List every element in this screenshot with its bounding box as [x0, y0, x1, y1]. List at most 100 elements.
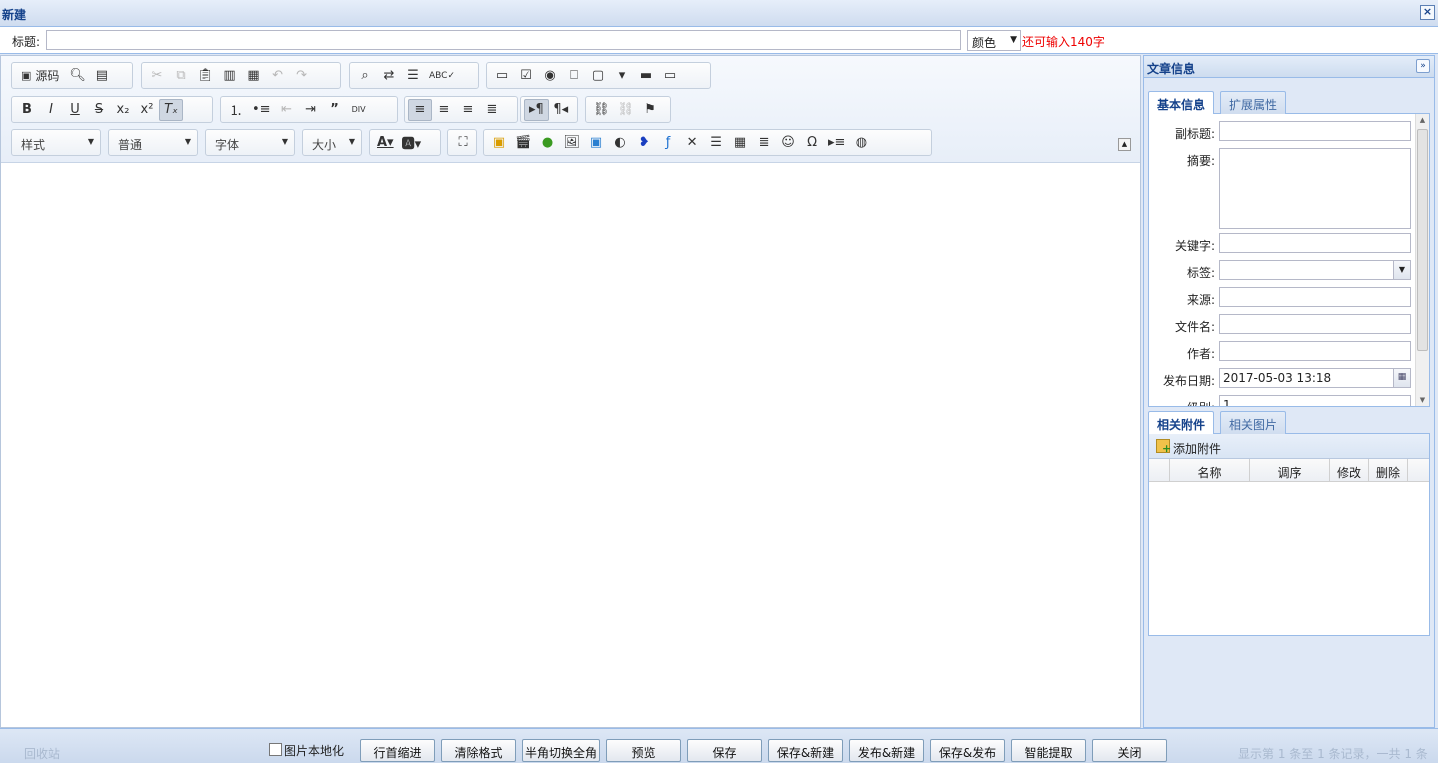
form-scrollbar[interactable]: ▲ ▼: [1415, 114, 1429, 406]
flash-player-icon[interactable]: ƒ: [656, 132, 680, 154]
textfield-icon[interactable]: ⎕: [562, 65, 586, 87]
save-and-new-button[interactable]: 保存&新建: [768, 739, 843, 762]
filename-input[interactable]: [1219, 314, 1411, 334]
iframe-icon[interactable]: ▸≡: [824, 132, 849, 154]
localize-images-checkbox[interactable]: [269, 743, 282, 756]
publish-and-new-button[interactable]: 发布&新建: [849, 739, 924, 762]
bg-color-icon[interactable]: 🅰︎▾: [398, 132, 426, 154]
unlink-icon[interactable]: ⛓: [614, 99, 639, 121]
subtitle-input[interactable]: [1219, 121, 1411, 141]
textarea-icon[interactable]: ▢: [586, 65, 610, 87]
paste-icon[interactable]: 📋︎: [193, 65, 218, 87]
grid-col-name[interactable]: 名称: [1170, 459, 1250, 481]
clear-format-button[interactable]: 清除格式: [441, 739, 516, 762]
blockquote-icon[interactable]: ”: [323, 99, 347, 121]
grid-col-delete[interactable]: 删除: [1369, 459, 1408, 481]
div-icon[interactable]: DIV: [347, 99, 371, 121]
checkbox-icon[interactable]: ☑: [514, 65, 538, 87]
collapse-panel-icon[interactable]: »: [1416, 59, 1430, 73]
tools-icon[interactable]: ✕: [680, 132, 704, 154]
save-and-publish-button[interactable]: 保存&发布: [930, 739, 1005, 762]
page-break-icon[interactable]: ≣: [752, 132, 776, 154]
strike-icon[interactable]: S: [87, 99, 111, 121]
bulleted-list-icon[interactable]: •≡: [248, 99, 275, 121]
indent-first-line-button[interactable]: 行首缩进: [360, 739, 435, 762]
redo-icon[interactable]: ↷: [290, 65, 314, 87]
scroll-down-icon[interactable]: ▼: [1416, 394, 1429, 406]
color-select[interactable]: 颜色 ▼: [967, 30, 1021, 51]
add-attachment-button[interactable]: 添加附件: [1173, 440, 1221, 457]
source-button[interactable]: ▣ 源码: [15, 65, 65, 87]
calendar-icon[interactable]: ▦: [1393, 369, 1410, 387]
select-icon[interactable]: ▾: [610, 65, 634, 87]
anchor-flag-icon[interactable]: ⚑: [638, 99, 662, 121]
cut-icon[interactable]: ✂: [145, 65, 169, 87]
indent-icon[interactable]: ⇥: [299, 99, 323, 121]
align-right-icon[interactable]: ≡: [456, 99, 480, 121]
underline-icon[interactable]: U: [63, 99, 87, 121]
editor-content-area[interactable]: [1, 164, 1140, 727]
subscript-icon[interactable]: x₂: [111, 99, 135, 121]
rtl-icon[interactable]: ¶◂: [549, 99, 573, 121]
globe-icon[interactable]: ◍: [849, 132, 873, 154]
replace-icon[interactable]: ⇄: [377, 65, 401, 87]
select-all-icon[interactable]: ☰: [401, 65, 425, 87]
image-gallery-icon[interactable]: ▣: [487, 132, 511, 154]
image-icon[interactable]: 🖼︎: [560, 132, 585, 154]
preview-button[interactable]: 预览: [606, 739, 681, 762]
pubdate-input[interactable]: 2017-05-03 13:18 ▦: [1219, 368, 1411, 388]
template-icon[interactable]: ▤: [90, 65, 114, 87]
radio-icon[interactable]: ◉: [538, 65, 562, 87]
find-icon[interactable]: ⌕: [353, 65, 377, 87]
keywords-input[interactable]: [1219, 233, 1411, 253]
ltr-icon[interactable]: ▸¶: [524, 98, 549, 121]
font-combo[interactable]: 字体 ▼: [205, 129, 295, 156]
outdent-icon[interactable]: ⇤: [275, 99, 299, 121]
tab-related-attachments[interactable]: 相关附件: [1148, 411, 1215, 435]
tab-extended-attrs[interactable]: 扩展属性: [1220, 91, 1287, 114]
scroll-up-icon[interactable]: ▲: [1416, 114, 1429, 127]
source-input[interactable]: [1219, 287, 1411, 307]
spellcheck-icon[interactable]: ABC✓: [425, 65, 459, 87]
style-combo[interactable]: 样式 ▼: [11, 129, 101, 156]
smart-extract-button[interactable]: 智能提取: [1011, 739, 1086, 762]
align-justify-icon[interactable]: ≣: [480, 99, 504, 121]
align-center-icon[interactable]: ≡: [432, 99, 456, 121]
grid-col-edit[interactable]: 修改: [1330, 459, 1369, 481]
video-icon[interactable]: 🎬︎: [511, 132, 536, 154]
size-combo[interactable]: 大小 ▼: [302, 129, 362, 156]
preview-icon[interactable]: 🔍︎: [65, 65, 90, 87]
text-color-icon[interactable]: A▾: [373, 132, 398, 154]
tags-select[interactable]: ▼: [1219, 260, 1411, 280]
form-icon[interactable]: ▭: [490, 65, 514, 87]
image-button-icon[interactable]: ▭: [658, 65, 682, 87]
close-icon[interactable]: ×: [1420, 5, 1435, 20]
horizontal-rule-icon[interactable]: ☰: [704, 132, 728, 154]
save-button[interactable]: 保存: [687, 739, 762, 762]
button-icon[interactable]: ▬: [634, 65, 658, 87]
smiley-icon[interactable]: ☺: [776, 132, 800, 154]
title-input[interactable]: [46, 30, 961, 50]
code-icon[interactable]: ❥: [632, 132, 656, 154]
superscript-icon[interactable]: x²: [135, 99, 159, 121]
author-input[interactable]: [1219, 341, 1411, 361]
collapse-toolbar-icon[interactable]: ▲: [1118, 138, 1131, 151]
close-button[interactable]: 关闭: [1092, 739, 1167, 762]
insert-image-icon[interactable]: ▣: [584, 132, 608, 154]
numbered-list-icon[interactable]: ⒈: [224, 99, 248, 121]
media-icon[interactable]: ●: [536, 132, 560, 154]
paste-word-icon[interactable]: ▦: [242, 65, 266, 87]
tab-related-images[interactable]: 相关图片: [1220, 411, 1287, 434]
table-icon[interactable]: ▦: [728, 132, 752, 154]
scroll-thumb[interactable]: [1417, 129, 1428, 351]
italic-icon[interactable]: I: [39, 99, 63, 121]
flash-icon[interactable]: ◐: [608, 132, 632, 154]
tab-basic-info[interactable]: 基本信息: [1148, 91, 1215, 115]
link-icon[interactable]: ⛓: [589, 99, 614, 121]
format-combo[interactable]: 普通 ▼: [108, 129, 198, 156]
maximize-icon[interactable]: ⛶: [451, 132, 475, 154]
summary-textarea[interactable]: [1219, 148, 1411, 229]
special-char-icon[interactable]: Ω: [800, 132, 824, 154]
remove-format-icon[interactable]: Tₓ: [159, 98, 183, 121]
level-input[interactable]: 1: [1219, 395, 1411, 406]
